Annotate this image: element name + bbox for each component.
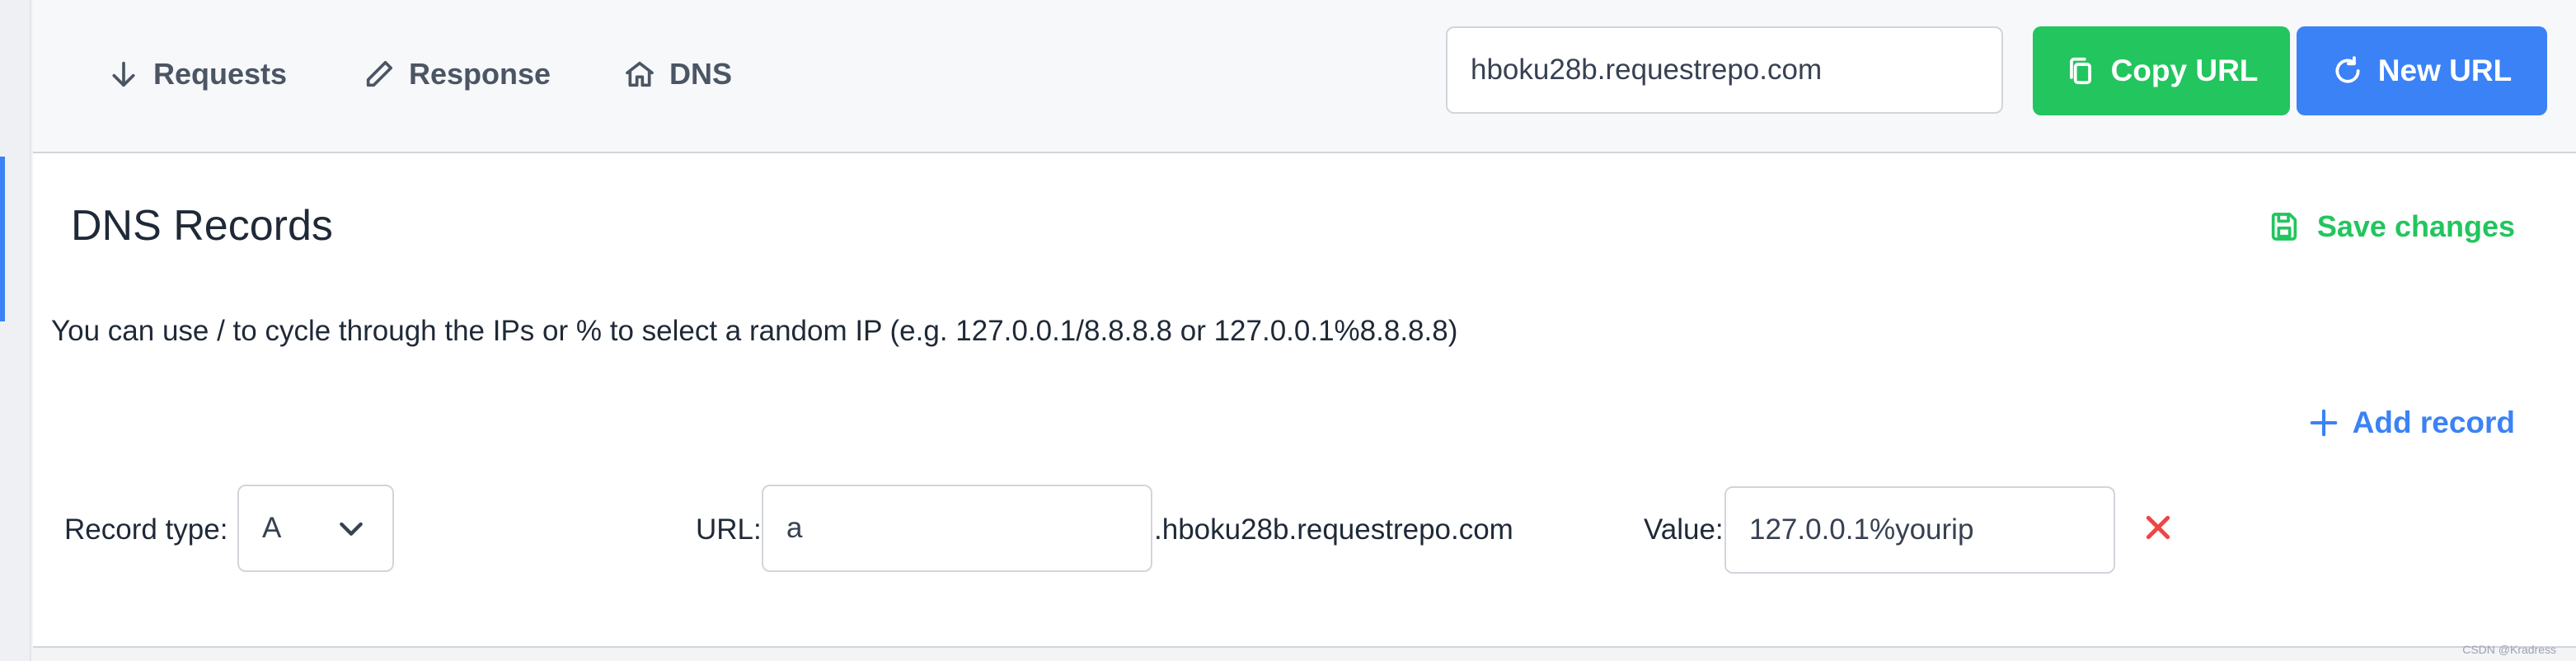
- pencil-icon: [366, 61, 392, 87]
- new-url-button[interactable]: New URL: [2297, 26, 2547, 115]
- record-type-value: A: [262, 512, 282, 544]
- watermark: CSDN @Kradress: [2462, 643, 2556, 656]
- save-changes-label: Save changes: [2316, 209, 2515, 243]
- nav-response-label: Response: [409, 57, 551, 91]
- new-url-label: New URL: [2377, 54, 2513, 87]
- left-rail: [0, 0, 31, 661]
- record-value-input[interactable]: [1724, 486, 2115, 574]
- nav-dns-label: DNS: [669, 57, 733, 91]
- record-type-select[interactable]: A: [237, 485, 394, 572]
- save-icon: [2271, 213, 2297, 241]
- refresh-icon: [2335, 56, 2360, 83]
- copy-icon: [2069, 57, 2091, 85]
- top-header: Requests Response DNS Copy URL New URL: [33, 0, 2576, 153]
- nav-dns[interactable]: DNS: [623, 49, 732, 99]
- record-url-input[interactable]: [762, 485, 1152, 572]
- subdomain-url-field[interactable]: [1446, 26, 2003, 114]
- left-rail-accent: [0, 157, 5, 321]
- nav-requests[interactable]: Requests: [107, 49, 287, 99]
- url-label: URL:: [696, 513, 762, 546]
- home-icon: [626, 61, 654, 87]
- help-text: You can use / to cycle through the IPs o…: [51, 315, 1458, 347]
- close-icon: [2146, 515, 2170, 540]
- plus-icon: [2310, 409, 2337, 437]
- main-panel: Requests Response DNS Copy URL New URL D…: [33, 0, 2576, 661]
- value-label: Value:: [1644, 513, 1724, 546]
- chevron-down-icon: [340, 522, 363, 536]
- domain-suffix: .hboku28b.requestrepo.com: [1154, 513, 1513, 546]
- arrow-down-icon: [112, 61, 135, 87]
- nav-requests-label: Requests: [153, 57, 288, 91]
- page-title: DNS Records: [71, 202, 333, 250]
- add-record-button[interactable]: Add record: [2308, 402, 2515, 443]
- delete-record-button[interactable]: [2142, 511, 2175, 544]
- nav-response[interactable]: Response: [363, 49, 551, 99]
- add-record-label: Add record: [2352, 406, 2515, 439]
- save-changes-button[interactable]: Save changes: [2268, 206, 2515, 247]
- copy-url-button[interactable]: Copy URL: [2033, 26, 2290, 115]
- dns-records-card: DNS Records Save changes You can use / t…: [33, 153, 2576, 648]
- record-type-label: Record type:: [64, 513, 228, 546]
- copy-url-label: Copy URL: [2110, 54, 2259, 87]
